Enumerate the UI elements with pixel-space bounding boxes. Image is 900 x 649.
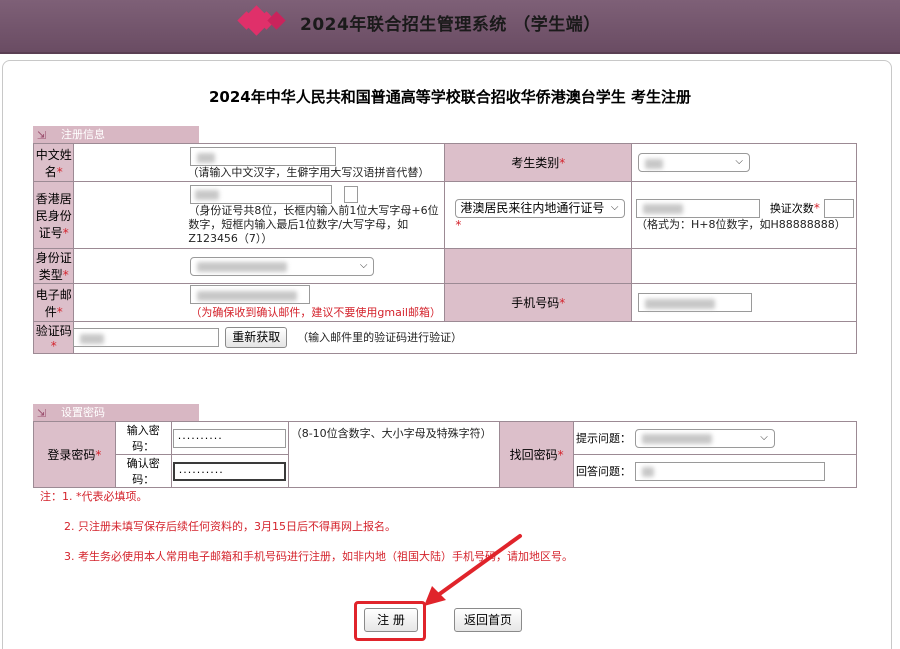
- section-label: 注册信息: [61, 128, 105, 141]
- confirm-password-input[interactable]: ··········: [172, 461, 286, 481]
- section-label: 设置密码: [61, 406, 105, 419]
- answer-cell: 回答问题：: [573, 454, 857, 488]
- email-cell: （为确保收到确认邮件，建议不要使用gmail邮箱）: [73, 283, 446, 322]
- label-verification-code: 验证码*: [32, 321, 75, 354]
- answer-input[interactable]: [634, 461, 825, 481]
- permit-number-input[interactable]: [635, 198, 760, 218]
- enter-password-cell: ··········: [170, 421, 289, 455]
- enter-password-label: 输入密码：: [114, 421, 172, 455]
- candidate-type-cell: ⌵: [630, 143, 858, 182]
- label-phone: 手机号码*: [444, 283, 632, 322]
- red-arrow-icon: [424, 534, 522, 606]
- registration-table: 中文姓名* （请输入中文汉字，生僻字用大写汉语拼音代替） 考生类别* ⌵ 香港居…: [32, 143, 858, 354]
- password-rule-hint: （8-10位含数字、大小字母及特殊字符）: [290, 427, 492, 440]
- question-cell: 提示问题： ⌵: [573, 421, 857, 455]
- page-title: 2024年中华人民共和国普通高等学校联合招收华侨港澳台学生 考生注册: [209, 88, 691, 106]
- label-email: 电子邮件*: [32, 283, 75, 322]
- chinese-name-input[interactable]: [190, 147, 337, 166]
- email-hint: （为确保收到确认邮件，建议不要使用gmail邮箱）: [190, 306, 441, 319]
- label-id-type: 身份证类型*: [32, 248, 75, 284]
- back-home-button[interactable]: 返回首页: [454, 608, 522, 632]
- chinese-name-cell: （请输入中文汉字，生僻字用大写汉语拼音代替）: [73, 143, 446, 182]
- arrow-icon: ⇲: [37, 129, 47, 142]
- empty-cell: [444, 248, 632, 284]
- app-header: 2024年联合招生管理系统 （学生端）: [0, 0, 900, 54]
- question-select[interactable]: ⌵: [634, 428, 775, 448]
- permit-number-cell: 换证次数* （格式为：H+8位数字，如H88888888）: [630, 181, 858, 249]
- label-recover-password: 找回密码*: [499, 421, 575, 488]
- chinese-name-hint: （请输入中文汉字，生僻字用大写汉语拼音代替）: [187, 166, 430, 179]
- phone-input[interactable]: [637, 293, 752, 312]
- resend-code-button[interactable]: 重新获取: [225, 327, 288, 348]
- register-button[interactable]: 注 册: [364, 608, 418, 632]
- verification-code-hint: （输入邮件里的验证码进行验证）: [297, 331, 463, 344]
- verification-code-cell: 重新获取 （输入邮件里的验证码进行验证）: [73, 321, 857, 354]
- phone-cell: [630, 283, 858, 322]
- empty-value-cell: [630, 248, 858, 284]
- chevron-down-icon: ⌵: [760, 431, 768, 443]
- candidate-type-select[interactable]: ⌵: [637, 153, 750, 172]
- section-tab-password: ⇲ 设置密码: [33, 404, 199, 421]
- logo-icon: [236, 5, 286, 36]
- id-type-cell: ⌵: [73, 248, 446, 284]
- renewal-count-input[interactable]: [823, 198, 854, 218]
- question-label: 提示问题：: [576, 431, 632, 445]
- id-type-select[interactable]: ⌵: [190, 256, 375, 276]
- label-candidate-type: 考生类别*: [444, 143, 632, 182]
- permit-format-hint: （格式为：H+8位数字，如H88888888）: [635, 217, 846, 231]
- answer-label: 回答问题：: [576, 464, 632, 478]
- chevron-down-icon: ⌵: [735, 156, 743, 167]
- renewal-count-label: 换证次数: [769, 201, 814, 215]
- enter-password-input[interactable]: ··········: [172, 428, 286, 448]
- chevron-down-icon: ⌵: [610, 201, 619, 213]
- confirm-password-label: 确认密码：: [114, 454, 172, 488]
- label-hk-id: 香港居民身份证号*: [32, 181, 75, 249]
- chevron-down-icon: ⌵: [359, 259, 368, 271]
- password-table: 登录密码* 输入密码： ·········· （8-10位含数字、大小字母及特殊…: [33, 421, 857, 488]
- note-1: 注：1. *代表必填项。: [40, 490, 148, 503]
- section-tab-registration: ⇲ 注册信息: [33, 126, 199, 143]
- confirm-password-cell: ··········: [170, 454, 289, 488]
- permit-type-cell: 港澳居民来往内地通行证号 ⌵ *: [444, 181, 632, 249]
- arrow-icon: ⇲: [37, 407, 47, 420]
- email-input[interactable]: [190, 285, 311, 304]
- password-rule-cell: （8-10位含数字、大小字母及特殊字符）: [287, 421, 501, 488]
- permit-type-select[interactable]: 港澳居民来往内地通行证号 ⌵: [455, 198, 626, 218]
- label-chinese-name: 中文姓名*: [32, 143, 75, 182]
- app-title: 2024年联合招生管理系统 （学生端）: [300, 15, 601, 35]
- hk-id-hint: （身份证号共8位，长框内输入前1位大写字母+6位数字，短框内输入最后1位数字/大…: [188, 203, 439, 245]
- hk-id-input[interactable]: [190, 184, 333, 204]
- note-2: 2. 只注册未填写保存后续任何资料的，3月15日后不得再网上报名。: [64, 520, 396, 533]
- verification-code-input[interactable]: [73, 328, 220, 347]
- label-login-password: 登录密码*: [33, 421, 116, 488]
- hk-id-cell: （身份证号共8位，长框内输入前1位大写字母+6位数字，短框内输入最后1位数字/大…: [73, 181, 446, 249]
- hk-id-check-digit-input[interactable]: [344, 185, 359, 203]
